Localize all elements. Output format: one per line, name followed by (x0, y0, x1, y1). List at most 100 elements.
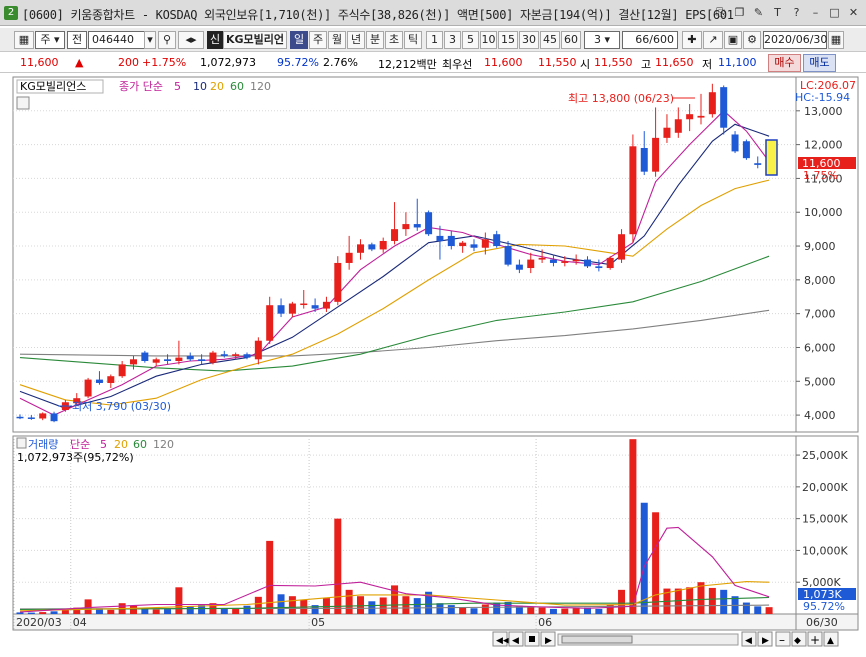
candle-down (640, 148, 648, 172)
volume-tick-label: 20,000K (802, 481, 848, 494)
volume-ma-title: 단순 (70, 438, 90, 451)
candle-down (504, 246, 512, 265)
volume-bar (39, 612, 47, 614)
volume-panel-menu-icon[interactable] (16, 437, 27, 449)
price-tick-label: 4,000 (804, 409, 836, 422)
zoom-out-icon: – (779, 633, 785, 647)
candle-up (288, 303, 296, 314)
price-tick-label: 13,000 (804, 105, 843, 118)
volume-tick-label: 25,000K (802, 449, 848, 462)
candle-up (232, 354, 240, 356)
candle-up (402, 224, 410, 230)
candle-down (141, 352, 149, 361)
candle-down (436, 235, 444, 241)
candle-down (493, 234, 501, 247)
volume-bar (220, 608, 228, 614)
scroll-controls: ◀◀ ◀ ▶ ◀ ▶ – ◆ + ▲ (492, 631, 839, 647)
price-tick-label: 12,000 (804, 139, 843, 152)
candle-up (481, 239, 489, 248)
candle-down (186, 355, 194, 360)
candle-up (345, 252, 353, 263)
candle-down (595, 266, 603, 269)
volume-tick-label: 10,000K (802, 544, 848, 557)
candle-up (697, 115, 705, 118)
stop-icon (529, 636, 535, 642)
x-axis-strip (12, 613, 797, 631)
play-forward-icon: ▶ (545, 636, 552, 646)
volume-bar (50, 611, 58, 614)
candle-up (322, 301, 330, 309)
volume-bar (84, 599, 92, 614)
scroll-thumb[interactable] (561, 635, 633, 644)
candle-up (459, 242, 467, 247)
price-ma5-label: 5 (174, 80, 181, 93)
low-annotation: 최저 3,790 (03/30) (72, 400, 171, 413)
candle-up (254, 340, 262, 360)
zoom-in-icon: + (810, 633, 820, 647)
range-icon: ◆ (794, 636, 801, 646)
volume-bar (572, 608, 580, 614)
volume-bar (640, 502, 648, 614)
volume-bar (470, 608, 478, 614)
candle-up (357, 244, 364, 253)
candle-down (720, 87, 728, 128)
volume-bar (288, 596, 296, 614)
candle-down (447, 235, 455, 247)
volume-title: 거래량 (28, 438, 58, 451)
price-tick-label: 9,000 (804, 240, 836, 253)
candle-up (107, 376, 115, 383)
volume-bar (447, 605, 455, 614)
volume-bar (436, 603, 444, 614)
candle-down (277, 305, 285, 314)
price-tick-label: 6,000 (804, 341, 836, 354)
volume-ma20-label: 20 (114, 438, 128, 451)
volume-bar (175, 587, 183, 614)
candle-down (470, 244, 478, 248)
candle-down (16, 416, 24, 419)
candle-down (731, 134, 739, 152)
rewind-icon: ◀◀ (496, 636, 510, 646)
stock-label: KG모빌리언스 (20, 80, 86, 93)
volume-ma60-label: 60 (133, 438, 147, 451)
candle-down (425, 212, 433, 235)
price-tick-label: 8,000 (804, 274, 836, 287)
volume-bar (561, 608, 569, 614)
hc-label: HC:-15.94 (795, 91, 850, 104)
candle-down (311, 305, 319, 309)
volume-bar (27, 612, 35, 614)
candle-up (300, 303, 308, 306)
scroll-left-icon: ◀ (745, 636, 752, 646)
candle-down (50, 413, 58, 422)
stock-chart[interactable]: 13,00012,00011,00010,0009,0008,0007,0006… (0, 0, 866, 657)
candle-up (209, 352, 217, 363)
volume-bar (130, 605, 137, 614)
x-tick-label: 05 (311, 616, 325, 629)
x-tick-label: 06 (538, 616, 552, 629)
volume-bar (277, 594, 285, 614)
candle-down (243, 354, 251, 358)
volume-bar (152, 609, 160, 614)
candle-up (572, 259, 580, 262)
candle-up (118, 364, 126, 377)
price-ma10-label: 10 (193, 80, 207, 93)
candle-up (152, 359, 160, 363)
candle-up (686, 114, 694, 120)
volume-bar (629, 439, 637, 614)
volume-bar (618, 589, 626, 614)
volume-bar (243, 605, 251, 614)
volume-tick-label: 15,000K (802, 513, 848, 526)
candle-down (515, 264, 523, 270)
volume-bar (164, 608, 172, 614)
candle-down (95, 379, 103, 383)
panel-menu-icon[interactable] (16, 96, 30, 110)
current-price-marker (765, 139, 778, 176)
candle-up (175, 357, 183, 361)
price-ma-title: 종가 단순 (119, 80, 163, 93)
candle-down (742, 141, 750, 159)
candle-up (618, 234, 626, 260)
candle-down (413, 224, 421, 228)
candle-down (220, 354, 228, 356)
volume-bar (742, 602, 750, 614)
candle-down (164, 359, 172, 361)
candle-up (266, 305, 274, 341)
